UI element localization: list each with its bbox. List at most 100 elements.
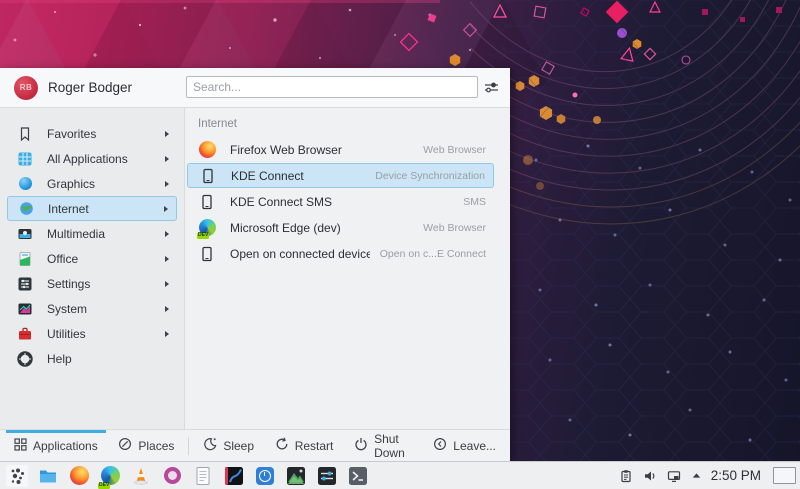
app-subtitle: Web Browser [423, 221, 486, 234]
search-input[interactable] [186, 76, 478, 98]
app-name: KDE Connect SMS [230, 194, 333, 209]
sidebar-label: Multimedia [47, 226, 106, 241]
dev-badge: dev [197, 232, 210, 239]
action-label: Restart [294, 438, 334, 453]
leave-circle-icon [433, 437, 447, 454]
tab-label: Places [138, 438, 175, 453]
photo-mountain-icon[interactable] [285, 465, 307, 487]
footer-separator [188, 436, 190, 455]
sidebar-item-all-applications[interactable]: All Applications [7, 146, 177, 171]
tab-applications[interactable]: Applications [6, 430, 106, 461]
sidebar-label: Utilities [47, 326, 86, 341]
sidebar-item-internet[interactable]: Internet [7, 196, 177, 221]
app-subtitle: Device Synchronization [375, 169, 485, 182]
restart-button[interactable]: Restart [271, 430, 338, 461]
edge-dev-icon[interactable]: dev [98, 465, 121, 489]
compass-icon [118, 437, 132, 454]
configure-sliders-icon[interactable] [483, 79, 500, 96]
caret-up-icon[interactable] [691, 468, 702, 483]
leave-button[interactable]: Leave... [429, 430, 500, 461]
help-ring-icon [17, 350, 33, 367]
chevron-right-icon [165, 230, 169, 237]
folder-icon[interactable] [37, 465, 59, 487]
hex-mesh [500, 0, 800, 489]
clock[interactable]: 2:50 PM [711, 468, 761, 483]
sidebar-label: Office [47, 251, 79, 266]
taskbar: dev [0, 461, 800, 489]
app-row-kde-connect[interactable]: KDE Connect Device Synchronization [187, 163, 494, 188]
application-launcher: RB Roger Bodger Favorites All Applicati [0, 68, 510, 461]
chevron-right-icon [165, 155, 169, 162]
sleep-button[interactable]: Sleep [199, 430, 258, 461]
smartphone-icon [198, 193, 216, 211]
chevron-right-icon [165, 255, 169, 262]
sidebar-label: System [47, 301, 88, 316]
app-name: Open on connected device via KDE Connect [230, 246, 370, 261]
firefox-icon[interactable] [68, 465, 90, 487]
sidebar-item-multimedia[interactable]: Multimedia [7, 221, 177, 246]
desktop: RB Roger Bodger Favorites All Applicati [0, 0, 800, 489]
restart-arrow-icon [275, 437, 289, 454]
settings-sliders-icon [17, 276, 33, 292]
app-row-open-on-connected-device[interactable]: Open on connected device via KDE Connect… [187, 241, 494, 266]
sidebar-item-settings[interactable]: Settings [7, 271, 177, 296]
bookmark-icon [17, 126, 33, 142]
app-subtitle: SMS [463, 195, 486, 208]
text-document-icon[interactable] [192, 465, 214, 487]
app-name: KDE Connect [231, 168, 304, 183]
smartphone-icon [198, 245, 216, 263]
app-row-microsoft-edge-dev[interactable]: dev Microsoft Edge (dev) Web Browser [187, 215, 494, 240]
chevron-right-icon [164, 205, 168, 212]
sliders-dark-icon[interactable] [316, 465, 338, 487]
sidebar-item-graphics[interactable]: Graphics [7, 171, 177, 196]
app-subtitle: Open on c...E Connect [379, 247, 486, 260]
app-row-kde-connect-sms[interactable]: KDE Connect SMS SMS [187, 189, 494, 214]
chevron-right-icon [165, 130, 169, 137]
sidebar-label: Settings [47, 276, 91, 291]
chevron-right-icon [165, 330, 169, 337]
sphere-icon [17, 176, 33, 192]
power-icon [354, 437, 368, 454]
shut-down-button[interactable]: Shut Down [350, 430, 429, 461]
show-desktop-button[interactable] [773, 467, 796, 484]
action-label: Sleep [223, 438, 255, 453]
sidebar-item-utilities[interactable]: Utilities [7, 321, 177, 346]
chevron-right-icon [165, 180, 169, 187]
clipboard-icon[interactable] [619, 468, 634, 483]
sidebar-label: Help [47, 351, 72, 366]
sidebar-item-favorites[interactable]: Favorites [7, 121, 177, 146]
avatar[interactable]: RB [14, 75, 38, 100]
sidebar-item-help[interactable]: Help [7, 346, 177, 371]
sidebar-label: Graphics [47, 176, 96, 191]
media-screen-icon [17, 226, 33, 242]
vlc-cone-icon[interactable] [130, 465, 152, 487]
edge-dev-icon: dev [197, 219, 216, 239]
sidebar-label: All Applications [47, 151, 128, 166]
office-document-icon [17, 251, 33, 267]
app-row-firefox[interactable]: Firefox Web Browser Web Browser [187, 137, 494, 162]
grid-icon [14, 437, 27, 454]
terminal-icon[interactable] [347, 465, 369, 487]
purple-ring-icon[interactable] [161, 465, 183, 487]
kde-launcher-icon[interactable] [6, 464, 28, 487]
system-monitor-icon [17, 301, 33, 317]
globe-icon [18, 201, 34, 217]
tab-places[interactable]: Places [114, 430, 178, 461]
volume-icon[interactable] [643, 468, 658, 483]
dark-wave-icon[interactable] [223, 465, 245, 487]
category-sidebar: Favorites All Applications Graphics Inte… [0, 108, 185, 429]
chevron-right-icon [165, 280, 169, 287]
application-list: Internet Firefox Web Browser Web Browser… [185, 108, 510, 429]
display-icon[interactable] [667, 468, 682, 483]
launcher-body: Favorites All Applications Graphics Inte… [0, 108, 510, 429]
launcher-header: RB Roger Bodger [0, 68, 510, 108]
dev-badge: dev [98, 482, 111, 489]
sidebar-item-system[interactable]: System [7, 296, 177, 321]
app-name: Microsoft Edge (dev) [230, 220, 341, 235]
blue-clock-icon[interactable] [254, 465, 276, 487]
sidebar-label: Internet [48, 201, 89, 216]
firefox-icon [198, 141, 216, 159]
action-label: Shut Down [374, 431, 405, 460]
sidebar-item-office[interactable]: Office [7, 246, 177, 271]
launcher-footer: Applications Places Sleep Restart Shut D… [0, 429, 510, 461]
